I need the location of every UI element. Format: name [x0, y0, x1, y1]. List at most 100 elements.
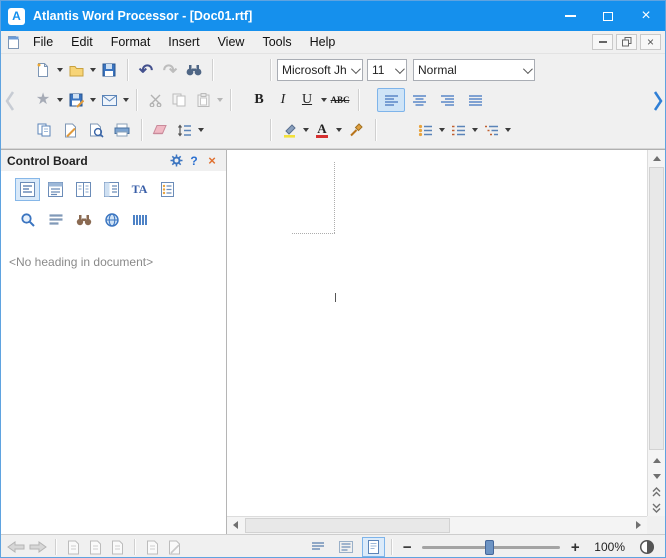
close-button[interactable]: ×: [627, 1, 665, 31]
chevron-down-icon[interactable]: [391, 60, 406, 80]
mdi-restore-button[interactable]: [616, 34, 637, 50]
email-dropdown[interactable]: [121, 88, 130, 112]
email-button[interactable]: [97, 88, 121, 112]
zoom-slider[interactable]: [422, 546, 560, 549]
copy-page-button[interactable]: [31, 118, 57, 142]
zoom-in-button[interactable]: +: [566, 539, 584, 556]
vertical-scrollbar[interactable]: [647, 150, 665, 516]
layout-tab-button[interactable]: [99, 178, 124, 201]
online-view-button[interactable]: [334, 537, 357, 557]
web-tab-button[interactable]: [99, 208, 124, 231]
maximize-button[interactable]: [589, 1, 627, 31]
multilevel-list-button[interactable]: [479, 118, 503, 142]
close-panel-button[interactable]: ×: [204, 153, 220, 169]
horizontal-scroll-thumb[interactable]: [245, 518, 450, 533]
page-setup-button[interactable]: [57, 118, 83, 142]
highlight-button[interactable]: [277, 118, 301, 142]
menu-file[interactable]: File: [24, 31, 62, 53]
checklist-tab-button[interactable]: [155, 178, 180, 201]
zoom-tab-button[interactable]: [15, 208, 40, 231]
mdi-minimize-button[interactable]: [592, 34, 613, 50]
bullets-dropdown[interactable]: [437, 118, 446, 142]
favorites-dropdown[interactable]: [55, 88, 64, 112]
highlight-dropdown[interactable]: [301, 118, 310, 142]
document-page[interactable]: [227, 150, 647, 516]
justify-button[interactable]: [461, 88, 489, 112]
nav-forward-button[interactable]: [27, 537, 49, 557]
structure-tab-button[interactable]: [43, 178, 68, 201]
document-tool-button-1[interactable]: [62, 537, 84, 557]
horizontal-scrollbar[interactable]: [227, 516, 647, 534]
scroll-up-button[interactable]: [648, 150, 665, 166]
eraser-button[interactable]: [148, 118, 172, 142]
document-tool-button-5[interactable]: [163, 537, 185, 557]
paragraph-tab-button[interactable]: [43, 208, 68, 231]
font-size-combobox[interactable]: 11: [367, 59, 407, 81]
next-page-button[interactable]: [648, 500, 665, 516]
mdi-close-button[interactable]: ×: [640, 34, 661, 50]
print-layout-view-button[interactable]: [362, 537, 385, 557]
find-button[interactable]: [182, 58, 206, 82]
open-button[interactable]: [64, 58, 88, 82]
minimize-button[interactable]: [551, 1, 589, 31]
document-tool-button-2[interactable]: [84, 537, 106, 557]
paste-button[interactable]: [191, 88, 215, 112]
format-painter-button[interactable]: [343, 118, 369, 142]
cut-button[interactable]: [143, 88, 167, 112]
menu-tools[interactable]: Tools: [253, 31, 300, 53]
underline-dropdown[interactable]: [319, 88, 328, 112]
nav-back-button[interactable]: [5, 537, 27, 557]
toolbar-scroll-left-button[interactable]: [3, 88, 17, 114]
line-spacing-button[interactable]: [172, 118, 196, 142]
print-preview-button[interactable]: [83, 118, 109, 142]
menu-insert[interactable]: Insert: [159, 31, 208, 53]
menu-edit[interactable]: Edit: [62, 31, 102, 53]
favorites-button[interactable]: ★: [31, 88, 55, 112]
menu-help[interactable]: Help: [301, 31, 345, 53]
menu-format[interactable]: Format: [102, 31, 160, 53]
numbering-dropdown[interactable]: [470, 118, 479, 142]
help-button[interactable]: ?: [186, 153, 202, 169]
strikethrough-button[interactable]: ABC: [328, 88, 352, 112]
draft-view-button[interactable]: [306, 537, 329, 557]
bullets-button[interactable]: [413, 118, 437, 142]
toolbar-scroll-right-button[interactable]: [651, 88, 665, 114]
zoom-out-button[interactable]: −: [398, 539, 416, 556]
font-color-dropdown[interactable]: [334, 118, 343, 142]
chevron-down-icon[interactable]: [519, 60, 534, 80]
fonts-tab-button[interactable]: TA: [127, 178, 152, 201]
new-document-button[interactable]: [31, 58, 55, 82]
paragraph-style-combobox[interactable]: Normal: [413, 59, 535, 81]
align-left-button[interactable]: [377, 88, 405, 112]
line-spacing-dropdown[interactable]: [196, 118, 205, 142]
scroll-down-button[interactable]: [648, 468, 665, 484]
scroll-right-button[interactable]: [630, 517, 647, 533]
document-tool-button-3[interactable]: [106, 537, 128, 557]
redo-button[interactable]: ↷: [158, 58, 182, 82]
copy-button[interactable]: [167, 88, 191, 112]
document-system-icon[interactable]: [7, 35, 20, 50]
headings-tab-button[interactable]: [15, 178, 40, 201]
font-color-button[interactable]: A: [310, 118, 334, 142]
fields-tab-button[interactable]: [127, 208, 152, 231]
bold-button[interactable]: B: [247, 88, 271, 112]
zoom-slider-thumb[interactable]: [485, 540, 494, 555]
font-name-combobox[interactable]: Microsoft Jh: [277, 59, 363, 81]
save-as-button[interactable]: [64, 88, 88, 112]
scroll-up-small-button[interactable]: [648, 452, 665, 468]
print-button[interactable]: [109, 118, 135, 142]
settings-button[interactable]: [168, 153, 184, 169]
columns-tab-button[interactable]: [71, 178, 96, 201]
menu-view[interactable]: View: [209, 31, 254, 53]
chevron-down-icon[interactable]: [347, 60, 362, 80]
open-dropdown[interactable]: [88, 58, 97, 82]
vertical-scroll-thumb[interactable]: [649, 167, 664, 450]
numbering-button[interactable]: [446, 118, 470, 142]
new-document-dropdown[interactable]: [55, 58, 64, 82]
align-right-button[interactable]: [433, 88, 461, 112]
italic-button[interactable]: I: [271, 88, 295, 112]
save-as-dropdown[interactable]: [88, 88, 97, 112]
document-tool-button-4[interactable]: [141, 537, 163, 557]
undo-button[interactable]: ↶: [134, 58, 158, 82]
scroll-left-button[interactable]: [227, 517, 244, 533]
